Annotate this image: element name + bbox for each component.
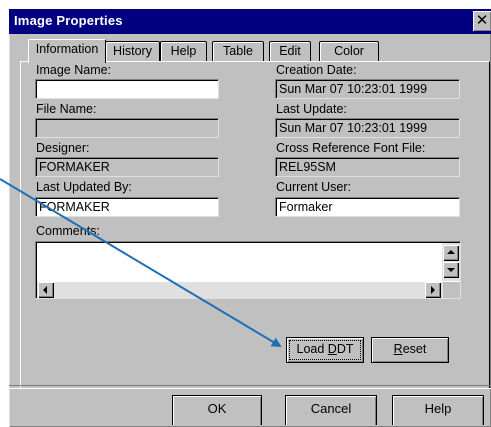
footer-divider bbox=[9, 385, 491, 389]
creation-date-label: Creation Date: bbox=[276, 63, 357, 77]
tab-color[interactable]: Color bbox=[319, 41, 379, 61]
close-icon[interactable]: ✕ bbox=[473, 11, 491, 31]
help-button[interactable]: Help bbox=[392, 395, 484, 425]
current-user-label: Current User: bbox=[276, 180, 352, 194]
reset-label-post: eset bbox=[402, 342, 427, 356]
cancel-button[interactable]: Cancel bbox=[285, 395, 377, 425]
comments-label: Comments: bbox=[36, 224, 100, 238]
creation-date-field: Sun Mar 07 10:23:01 1999 bbox=[275, 79, 460, 99]
load-ddt-label-post: DT bbox=[336, 342, 354, 356]
load-ddt-label-mnemonic: D bbox=[327, 342, 337, 356]
arrow-left-icon bbox=[43, 286, 47, 294]
horizontal-scrollbar[interactable] bbox=[37, 282, 443, 298]
tab-table[interactable]: Table bbox=[212, 41, 264, 61]
tab-information[interactable]: Information bbox=[28, 39, 106, 63]
designer-label: Designer: bbox=[36, 141, 90, 155]
scrollbar-corner bbox=[443, 282, 460, 298]
arrow-up-icon bbox=[447, 250, 455, 254]
tab-help[interactable]: Help bbox=[160, 41, 207, 61]
designer-field: FORMAKER bbox=[35, 157, 219, 177]
image-name-input[interactable] bbox=[35, 79, 219, 99]
file-name-label: File Name: bbox=[36, 102, 97, 116]
tab-edit[interactable]: Edit bbox=[269, 41, 311, 61]
reset-button[interactable]: Reset bbox=[371, 337, 449, 363]
load-ddt-button[interactable]: Load DDT bbox=[286, 337, 364, 363]
current-user-input[interactable]: Formaker bbox=[275, 197, 460, 217]
arrow-right-icon bbox=[431, 286, 435, 294]
last-updated-by-label: Last Updated By: bbox=[36, 180, 132, 194]
last-update-label: Last Update: bbox=[276, 102, 347, 116]
scroll-right-button[interactable] bbox=[425, 282, 441, 298]
image-name-label: Image Name: bbox=[36, 63, 112, 77]
last-updated-by-input[interactable]: FORMAKER bbox=[35, 197, 219, 217]
title-bar[interactable]: Image Properties ✕ bbox=[9, 9, 491, 34]
scroll-left-button[interactable] bbox=[38, 282, 54, 298]
load-ddt-label-pre: Load bbox=[296, 342, 328, 356]
tab-history[interactable]: History bbox=[105, 41, 160, 61]
dialog-title: Image Properties bbox=[14, 13, 123, 28]
cross-reference-font-file-field: REL95SM bbox=[275, 157, 460, 177]
comments-textarea[interactable] bbox=[35, 241, 461, 299]
scroll-up-button[interactable] bbox=[443, 245, 459, 261]
ok-button[interactable]: OK bbox=[172, 395, 262, 425]
scroll-down-button[interactable] bbox=[443, 262, 459, 278]
arrow-down-icon bbox=[447, 268, 455, 272]
cross-reference-font-file-label: Cross Reference Font File: bbox=[276, 141, 426, 155]
reset-label-mnemonic: R bbox=[393, 342, 403, 356]
file-name-field bbox=[35, 118, 219, 138]
last-update-field: Sun Mar 07 10:23:01 1999 bbox=[275, 118, 460, 138]
